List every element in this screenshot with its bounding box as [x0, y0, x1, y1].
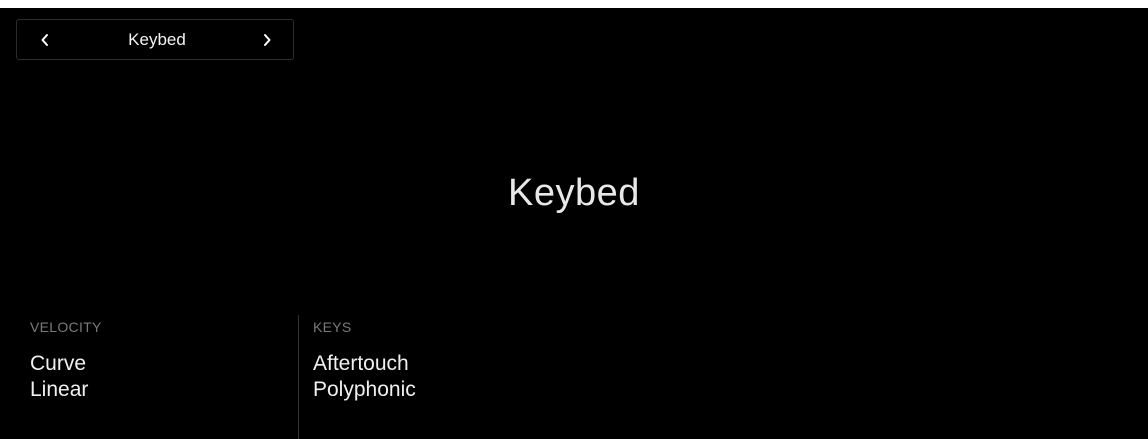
next-page-button[interactable]	[247, 20, 287, 59]
param-value-aftertouch[interactable]: Polyphonic	[313, 377, 416, 403]
param-value-curve[interactable]: Linear	[30, 377, 102, 403]
param-name-aftertouch: Aftertouch	[313, 352, 409, 375]
page-navigator: Keybed	[16, 19, 294, 60]
previous-page-button[interactable]	[25, 20, 65, 59]
group-divider	[298, 315, 299, 439]
chevron-right-icon	[262, 33, 272, 47]
velocity-group: VELOCITY Curve Linear	[30, 317, 102, 403]
param-name-curve: Curve	[30, 352, 87, 375]
page-title: Keybed	[508, 172, 640, 214]
chevron-left-icon	[40, 33, 50, 47]
keys-group: KEYS Aftertouch Polyphonic	[313, 317, 416, 403]
group-header-keys: KEYS	[313, 319, 352, 335]
device-screen: Keybed Keybed VELOCITY Curve Linear KEYS…	[0, 8, 1148, 439]
navigator-title: Keybed	[128, 30, 186, 49]
group-header-velocity: VELOCITY	[30, 319, 102, 335]
